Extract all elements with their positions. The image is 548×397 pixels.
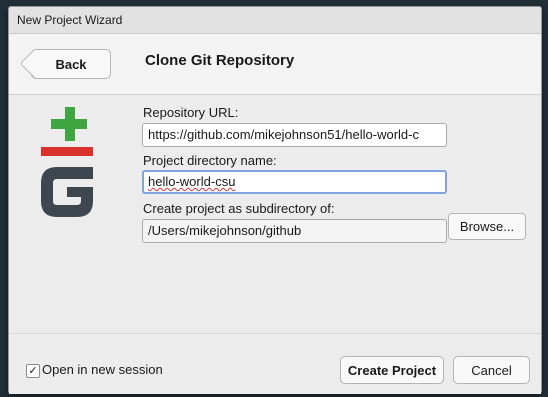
repository-url-label: Repository URL: (143, 105, 239, 120)
wizard-header: Back Clone Git Repository (9, 34, 541, 95)
open-in-new-session-checkbox[interactable]: ✓ (26, 364, 40, 378)
project-directory-name-value: hello-world-csu (148, 174, 236, 189)
browse-button-label: Browse... (459, 219, 515, 234)
git-logo-icon (41, 107, 93, 217)
back-button-label: Back (55, 56, 87, 72)
checkmark-icon: ✓ (28, 365, 38, 377)
create-project-button[interactable]: Create Project (340, 356, 444, 384)
wizard-footer: ✓ Open in new session Create Project Can… (9, 333, 541, 394)
page-title: Clone Git Repository (145, 52, 295, 69)
subdirectory-label: Create project as subdirectory of: (143, 201, 335, 216)
subdirectory-value: /Users/mikejohnson/github (148, 223, 302, 238)
project-directory-name-input[interactable]: hello-world-csu (142, 170, 447, 194)
repository-url-input[interactable]: https://github.com/mikejohnson51/hello-w… (142, 123, 447, 147)
title-bar: New Project Wizard (9, 7, 541, 34)
git-logo-g (41, 167, 93, 217)
git-logo-plus-horizontal (51, 119, 87, 129)
repository-url-value: https://github.com/mikejohnson51/hello-w… (148, 127, 419, 142)
project-directory-name-label: Project directory name: (143, 153, 277, 168)
back-button[interactable]: Back (19, 48, 111, 79)
cancel-label: Cancel (471, 362, 512, 378)
cancel-button[interactable]: Cancel (453, 356, 530, 384)
subdirectory-input[interactable]: /Users/mikejohnson/github (142, 219, 447, 243)
git-logo-red-bar (41, 147, 93, 156)
browse-button[interactable]: Browse... (448, 213, 526, 240)
create-project-label: Create Project (347, 362, 437, 378)
back-arrow-shape (19, 48, 50, 79)
window-title: New Project Wizard (17, 13, 123, 27)
open-in-new-session-label[interactable]: Open in new session (42, 362, 163, 377)
new-project-wizard-dialog: New Project Wizard Back Clone Git Reposi… (8, 6, 542, 394)
